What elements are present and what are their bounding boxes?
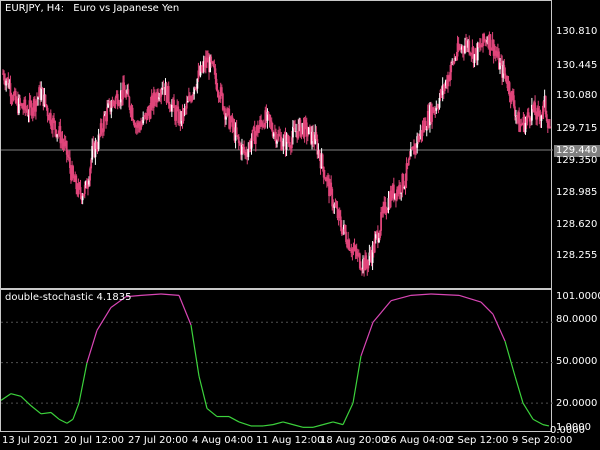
symbol-label: EURJPY, H4:	[5, 3, 65, 14]
indicator-axis-label: 101.0000	[556, 291, 600, 302]
indicator-axis-label: 20.0000	[556, 398, 598, 409]
time-axis-label: 13 Jul 2021	[2, 435, 59, 446]
candle-body	[306, 134, 309, 137]
oscillator-segment	[160, 293, 180, 296]
oscillator-segment	[430, 293, 460, 296]
indicator-panel[interactable]: double-stochastic 4.1835	[0, 289, 553, 432]
time-axis-label: 11 Aug 12:00	[256, 435, 324, 446]
oscillator-segment	[542, 424, 550, 427]
time-axis-label: 4 Aug 04:00	[192, 435, 254, 446]
oscillator-segment	[262, 424, 274, 427]
oscillator-line	[1, 293, 553, 428]
candle-body	[468, 40, 471, 53]
candle-body	[220, 87, 223, 94]
candle-body	[408, 156, 411, 160]
price-axis-label: 128.255	[556, 250, 598, 261]
candle-body	[167, 86, 170, 104]
candle-body	[44, 94, 47, 105]
time-axis-label: 27 Jul 20:00	[128, 435, 188, 446]
oscillator-segment	[504, 340, 516, 377]
oscillator-segment	[86, 330, 98, 363]
oscillator-segment	[322, 421, 334, 426]
oscillator-segment	[458, 294, 482, 303]
oscillator-segment	[282, 421, 294, 426]
oscillator-segment	[312, 424, 324, 428]
candle-body	[321, 154, 324, 167]
price-axis-label: 129.715	[556, 123, 598, 134]
oscillator-segment	[372, 300, 392, 323]
oscillator-segment	[238, 421, 252, 427]
candle-body	[127, 89, 130, 97]
price-chart-panel[interactable]: EURJPY, H4: Euro vs Japanese Yen	[0, 0, 553, 289]
oscillator-segment	[50, 412, 60, 420]
oscillator-segment	[190, 324, 200, 377]
chart-window[interactable]: EURJPY, H4: Euro vs Japanese Yen double-…	[0, 0, 600, 450]
candle-body	[407, 159, 410, 166]
oscillator-segment	[228, 416, 240, 423]
indicator-axis-label: 50.0000	[556, 356, 598, 367]
time-axis-label: 20 Jul 12:00	[64, 435, 124, 446]
chart-title: EURJPY, H4: Euro vs Japanese Yen	[5, 3, 179, 14]
candle-body	[110, 107, 113, 112]
oscillator-segment	[10, 393, 22, 397]
candle-body	[106, 107, 108, 122]
candle-body	[40, 88, 43, 100]
candle-body	[185, 102, 188, 109]
oscillator-segment	[30, 405, 42, 415]
oscillator-segment	[178, 295, 192, 326]
oscillator-segment	[72, 402, 80, 420]
symbol-description: Euro vs Japanese Yen	[73, 3, 180, 14]
candle-body	[235, 127, 238, 136]
oscillator-segment	[206, 407, 218, 418]
oscillator-segment	[360, 322, 374, 357]
oscillator-segment	[96, 307, 112, 331]
oscillator-segment	[342, 402, 354, 425]
candle-body	[114, 97, 117, 104]
indicator-title: double-stochastic 4.1835	[5, 292, 132, 303]
candle-body	[102, 115, 105, 132]
time-axis-label: 18 Aug 20:00	[320, 435, 388, 446]
time-axis-label: 9 Sep 20:00	[512, 435, 573, 446]
oscillator-segment	[58, 418, 68, 424]
time-axis-label: 26 Aug 04:00	[384, 435, 452, 446]
candle-body	[251, 129, 254, 141]
oscillator-segment	[332, 421, 344, 426]
oscillator-segment	[78, 362, 88, 404]
time-axis-label: 2 Sep 12:00	[448, 435, 509, 446]
oscillator-segment	[480, 301, 494, 315]
oscillator-segment	[198, 375, 208, 409]
candle-body	[549, 126, 551, 129]
price-axis-label: 128.620	[556, 219, 598, 230]
candle-body	[131, 107, 134, 121]
candle-body	[282, 138, 285, 147]
oscillator-segment	[390, 294, 412, 302]
candle-body	[54, 120, 56, 130]
oscillator-segment	[66, 418, 74, 424]
oscillator-segment	[1, 393, 12, 401]
oscillator-segment	[514, 375, 524, 404]
oscillator-segment	[492, 313, 506, 342]
oscillator-segment	[20, 395, 32, 407]
oscillator-segment	[140, 293, 162, 296]
oscillator-segment	[292, 424, 304, 428]
candle-body	[81, 196, 84, 201]
oscillator-segment	[272, 421, 284, 426]
price-axis-label: 130.445	[556, 60, 598, 71]
price-axis-label: 128.985	[556, 187, 598, 198]
price-axis-label: 129.350	[556, 155, 598, 166]
price-axis-label: 130.080	[556, 90, 598, 101]
indicator-axis-label: 80.0000	[556, 314, 598, 325]
oscillator-segment	[410, 293, 432, 296]
candle-body	[504, 73, 507, 76]
oscillator-segment	[532, 418, 544, 426]
price-axis-label: 130.810	[556, 26, 598, 37]
candle-body	[37, 97, 39, 100]
oscillator-segment	[522, 402, 534, 420]
oscillator-segment	[40, 411, 52, 415]
price-candles	[1, 31, 553, 277]
